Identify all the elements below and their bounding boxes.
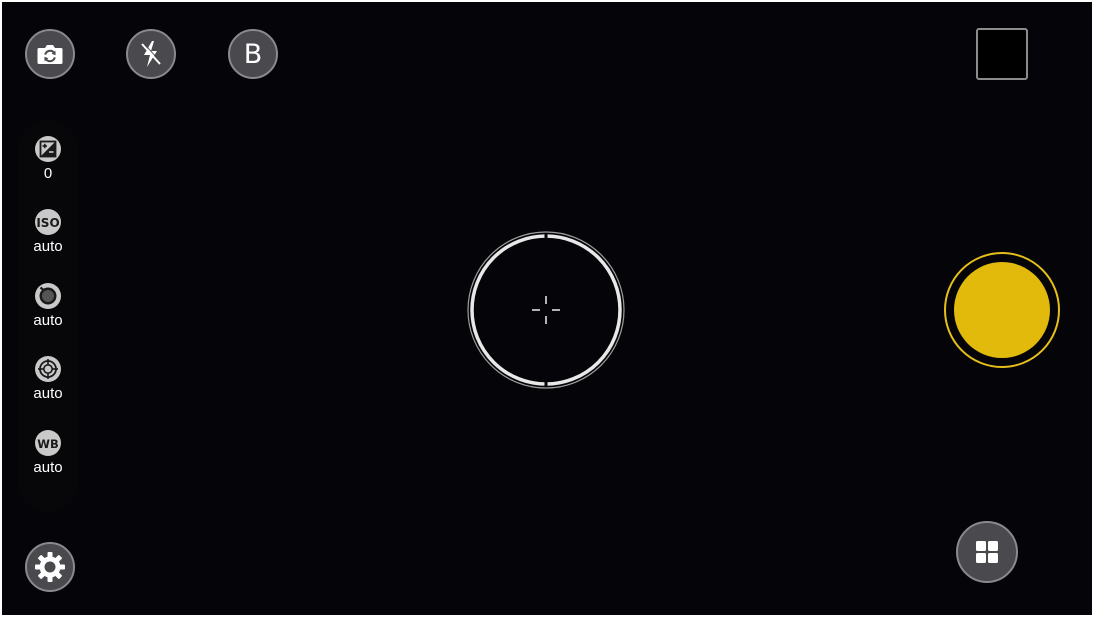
camera-mode-button[interactable]: B [228,29,278,79]
camera-switch-icon [36,42,64,66]
exposure-icon [34,135,62,163]
focus-icon [34,355,62,383]
camera-modes-button[interactable] [956,521,1018,583]
iso-icon: ISO [34,208,62,236]
white-balance-setting[interactable]: WB auto [18,429,78,489]
camera-viewfinder[interactable]: B 0 ISO auto auto auto WB auto [2,2,1092,615]
focus-indicator [466,230,626,390]
flash-auto-icon [138,39,164,69]
shutter-button-fill [954,262,1050,358]
gear-icon [33,550,67,584]
exposure-compensation-setting[interactable]: 0 [18,135,78,195]
focus-value: auto [33,385,63,402]
focus-ring-icon [466,231,626,394]
flash-button[interactable] [126,29,176,79]
exposure-value: 0 [43,165,53,182]
iso-setting[interactable]: ISO auto [18,208,78,268]
focus-setting[interactable]: auto [18,355,78,415]
iso-value: auto [33,238,63,255]
svg-text:ISO: ISO [36,216,59,230]
switch-camera-button[interactable] [25,29,75,79]
shutter-speed-icon [34,282,62,310]
white-balance-icon: WB [34,429,62,457]
settings-button[interactable] [25,542,75,592]
shutter-button[interactable] [944,252,1060,368]
gallery-thumbnail[interactable] [976,28,1028,80]
white-balance-value: auto [33,459,63,476]
shutter-speed-setting[interactable]: auto [18,282,78,342]
shutter-speed-value: auto [33,312,63,329]
grid-icon [974,539,1000,565]
svg-text:WB: WB [37,437,58,451]
camera-mode-label: B [243,38,263,70]
